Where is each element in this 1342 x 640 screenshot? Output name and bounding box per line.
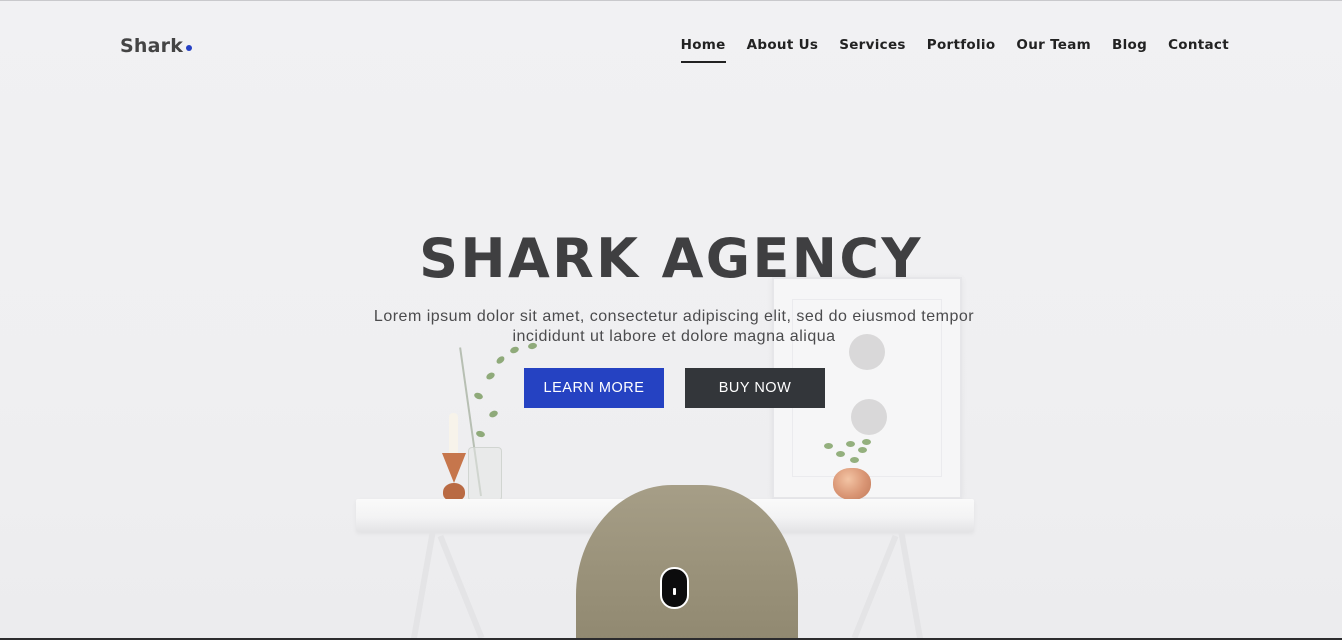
leaf — [862, 439, 871, 445]
nav-item-contact[interactable]: Contact — [1168, 37, 1229, 63]
leaf — [850, 457, 859, 463]
leaf — [836, 451, 845, 457]
candle-holder-cone — [442, 453, 466, 483]
brand-name: Shark — [120, 35, 184, 57]
candle-holder — [442, 413, 466, 501]
mouse-scroll-icon[interactable] — [660, 567, 689, 609]
desk-leg — [410, 532, 436, 640]
leaf — [824, 443, 833, 449]
hero-description: Lorem ipsum dolor sit amet, consectetur … — [373, 308, 975, 345]
hero-page: Shark Home About Us Services Portfolio O… — [0, 0, 1342, 640]
leaf — [488, 409, 499, 419]
leaf — [485, 371, 496, 381]
nav-item-home[interactable]: Home — [680, 37, 726, 63]
brand-logo[interactable]: Shark — [120, 35, 193, 57]
glass-vase — [468, 447, 502, 501]
desk-leg — [437, 534, 485, 640]
leaf — [475, 429, 486, 439]
scroll-wheel — [673, 588, 676, 595]
leaf — [846, 441, 855, 447]
candle — [449, 413, 458, 453]
copper-plant-pot — [833, 468, 871, 500]
leaf — [473, 391, 484, 401]
buy-now-button[interactable]: BUY NOW — [685, 368, 825, 408]
hero-title: SHARK AGENCY — [419, 227, 923, 290]
nav-item-our-team[interactable]: Our Team — [1016, 37, 1091, 63]
frame-circle-bottom — [851, 399, 887, 435]
nav-item-blog[interactable]: Blog — [1112, 37, 1147, 63]
desk-leg — [851, 534, 899, 640]
nav-item-about-us[interactable]: About Us — [747, 37, 819, 63]
main-nav: Home About Us Services Portfolio Our Tea… — [660, 37, 1229, 63]
desk-leg — [898, 532, 924, 640]
nav-item-services[interactable]: Services — [839, 37, 906, 63]
leaf — [858, 447, 867, 453]
learn-more-button[interactable]: LEARN MORE — [524, 368, 664, 408]
leaf — [495, 354, 506, 366]
nav-item-portfolio[interactable]: Portfolio — [927, 37, 996, 63]
dot-icon — [186, 45, 193, 51]
